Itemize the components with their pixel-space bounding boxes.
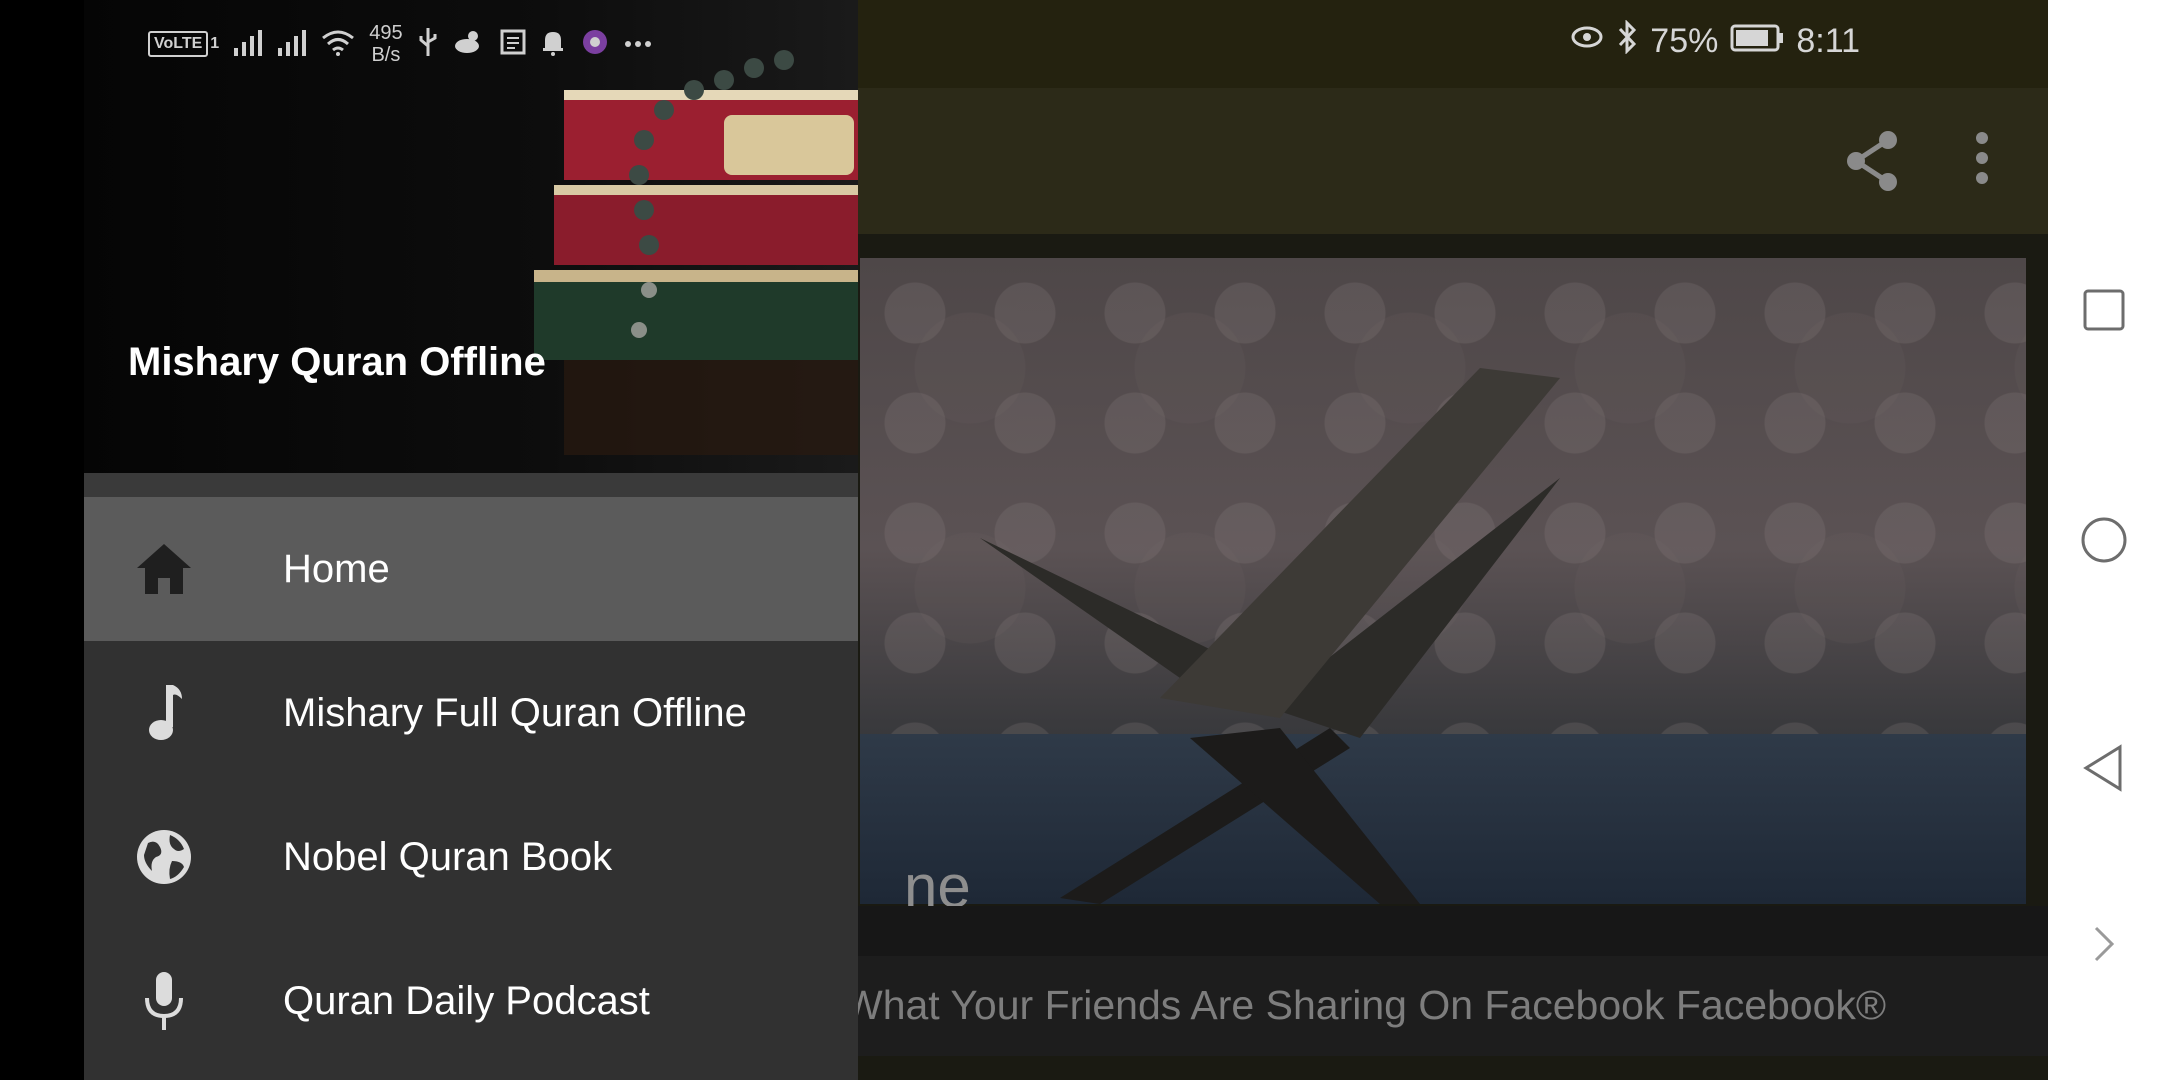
volte-badge: VoLTE <box>148 31 209 57</box>
battery-icon <box>1730 22 1784 61</box>
globe-icon <box>132 825 196 889</box>
share-icon[interactable] <box>1844 130 1900 197</box>
bluetooth-icon <box>1616 19 1638 63</box>
ad-banner-text[interactable]: What Your Friends Are Sharing On Faceboo… <box>844 982 1886 1029</box>
network-speed-value: 495 <box>369 22 403 44</box>
drawer-divider <box>84 473 858 497</box>
quran-books-illustration <box>534 50 858 455</box>
news-icon <box>499 28 527 61</box>
notification-bell-icon <box>541 28 565 61</box>
more-options-icon[interactable] <box>1974 130 1990 191</box>
chevron-right-icon[interactable] <box>2078 918 2130 970</box>
signal-icon <box>233 28 263 61</box>
menu-item-mishary-full-quran[interactable]: Mishary Full Quran Offline <box>84 641 858 785</box>
book-stand-illustration <box>980 368 1560 904</box>
home-button[interactable] <box>2078 514 2130 566</box>
network-speed-unit: B/s <box>371 44 401 66</box>
navigation-drawer: VoLTE 1 495 B/s Mishary Quran Offline Ho… <box>84 0 858 1080</box>
weather-icon <box>453 28 485 61</box>
system-navigation-bar <box>2048 0 2160 1080</box>
status-bar-right: 75% 8:11 <box>1570 19 1860 63</box>
more-notifications-icon <box>624 35 651 53</box>
battery-percent: 75% <box>1650 22 1719 60</box>
menu-item-quran-daily-podcast[interactable]: Quran Daily Podcast <box>84 929 858 1073</box>
hero-image-quran-stand <box>860 258 2026 904</box>
podcast-app-icon <box>579 28 611 61</box>
wifi-icon <box>321 28 355 61</box>
drawer-menu: Home Mishary Full Quran Offline Nobel Qu… <box>84 497 858 1073</box>
recent-apps-button[interactable] <box>2078 284 2130 336</box>
usb-icon <box>417 26 439 63</box>
drawer-header: VoLTE 1 495 B/s Mishary Quran Offline <box>84 0 858 473</box>
status-bar-left: VoLTE 1 495 B/s <box>148 22 651 66</box>
menu-item-label: Home <box>283 546 390 591</box>
microphone-icon <box>132 969 196 1033</box>
signal-icon <box>277 28 307 61</box>
menu-item-label: Quran Daily Podcast <box>283 978 650 1023</box>
sim-indicator: 1 <box>210 35 220 52</box>
menu-item-home[interactable]: Home <box>84 497 858 641</box>
music-note-icon <box>132 681 196 745</box>
drawer-title: Mishary Quran Offline <box>128 340 546 384</box>
menu-item-label: Mishary Full Quran Offline <box>283 690 747 735</box>
clock: 8:11 <box>1796 22 1860 60</box>
home-icon <box>132 537 196 601</box>
back-button[interactable] <box>2078 742 2130 794</box>
network-speed: 495 B/s <box>369 22 402 66</box>
menu-item-nobel-quran-book[interactable]: Nobel Quran Book <box>84 785 858 929</box>
eye-comfort-icon <box>1570 22 1604 61</box>
menu-item-label: Nobel Quran Book <box>283 834 613 879</box>
